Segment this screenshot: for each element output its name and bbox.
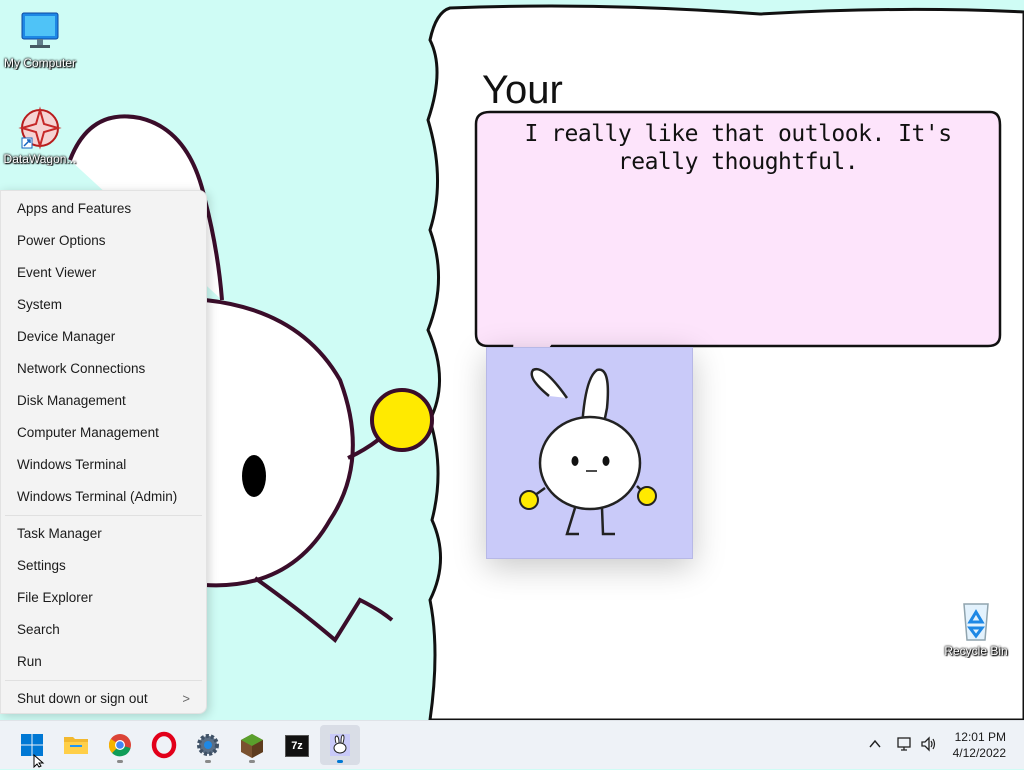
desktop-icon-label: DataWagon... xyxy=(3,152,77,166)
menu-separator xyxy=(5,515,202,516)
chevron-right-icon: > xyxy=(182,691,190,706)
menu-item-disk-management[interactable]: Disk Management xyxy=(1,385,206,417)
menu-item-power-options[interactable]: Power Options xyxy=(1,225,206,257)
menu-item-search[interactable]: Search xyxy=(1,614,206,646)
taskbar-opera[interactable] xyxy=(144,725,184,765)
menu-item-shut-down-or-sign-out[interactable]: Shut down or sign out > xyxy=(1,683,206,715)
bunny-app-window[interactable] xyxy=(486,347,693,559)
taskbar-chrome[interactable] xyxy=(100,725,140,765)
desktop-icon-label: Recycle Bin xyxy=(944,644,1008,658)
menu-item-settings[interactable]: Settings xyxy=(1,550,206,582)
bunny-character-illustration xyxy=(519,367,657,536)
opera-icon xyxy=(151,731,177,759)
taskbar-settings[interactable] xyxy=(188,725,228,765)
windows-logo-icon xyxy=(21,734,43,756)
taskbar-7zip[interactable]: 7z xyxy=(276,725,316,765)
menu-item-computer-management[interactable]: Computer Management xyxy=(1,417,206,449)
7zip-icon-label: 7z xyxy=(291,740,303,752)
speech-bubble-text: I really like that outlook. It's really … xyxy=(524,121,952,175)
datawagon-logo-icon xyxy=(16,106,64,150)
menu-item-run[interactable]: Run xyxy=(1,646,206,678)
desktop-icon-recycle-bin[interactable]: Recycle Bin xyxy=(936,598,1016,658)
running-indicator xyxy=(337,760,343,763)
desktop-icon-datawagon[interactable]: DataWagon... xyxy=(0,106,80,166)
taskbar-bunny-app[interactable] xyxy=(320,725,360,765)
volume-icon[interactable] xyxy=(920,735,938,758)
menu-item-device-manager[interactable]: Device Manager xyxy=(1,321,206,353)
gear-icon xyxy=(197,734,219,756)
running-indicator xyxy=(117,760,123,763)
taskbar-clock[interactable]: 12:01 PM 4/12/2022 xyxy=(953,729,1006,761)
taskbar-file-explorer[interactable] xyxy=(56,725,96,765)
menu-item-system[interactable]: System xyxy=(1,289,206,321)
7zip-icon: 7z xyxy=(285,735,309,757)
running-indicator xyxy=(249,760,255,763)
menu-item-apps-and-features[interactable]: Apps and Features xyxy=(1,193,206,225)
bunny-app-icon xyxy=(330,734,350,756)
monitor-icon xyxy=(16,10,64,54)
winx-context-menu: Apps and Features Power Options Event Vi… xyxy=(0,190,207,714)
desktop-icon-label: My Computer xyxy=(3,56,77,70)
menu-item-network-connections[interactable]: Network Connections xyxy=(1,353,206,385)
network-icon[interactable] xyxy=(896,735,914,758)
heading-text: Your xyxy=(482,68,563,112)
menu-item-label: Shut down or sign out xyxy=(17,691,148,706)
chevron-up-icon[interactable] xyxy=(868,737,882,756)
recycle-bin-icon xyxy=(952,598,1000,642)
taskbar-minecraft[interactable] xyxy=(232,725,272,765)
menu-item-task-manager[interactable]: Task Manager xyxy=(1,518,206,550)
menu-item-windows-terminal[interactable]: Windows Terminal xyxy=(1,449,206,481)
taskbar: 7z 12:01 PM 4/12/2022 xyxy=(0,720,1024,769)
start-button[interactable] xyxy=(12,725,52,765)
clock-date: 4/12/2022 xyxy=(952,746,1006,760)
menu-item-event-viewer[interactable]: Event Viewer xyxy=(1,257,206,289)
running-indicator xyxy=(205,760,211,763)
clock-time: 12:01 PM xyxy=(954,730,1006,744)
mouse-cursor-icon xyxy=(33,754,45,768)
desktop-icon-my-computer[interactable]: My Computer xyxy=(0,10,80,70)
folder-icon xyxy=(64,737,88,754)
menu-separator xyxy=(5,680,202,681)
menu-item-file-explorer[interactable]: File Explorer xyxy=(1,582,206,614)
minecraft-icon xyxy=(241,734,263,758)
menu-item-windows-terminal-admin[interactable]: Windows Terminal (Admin) xyxy=(1,481,206,513)
chrome-icon xyxy=(108,734,131,757)
